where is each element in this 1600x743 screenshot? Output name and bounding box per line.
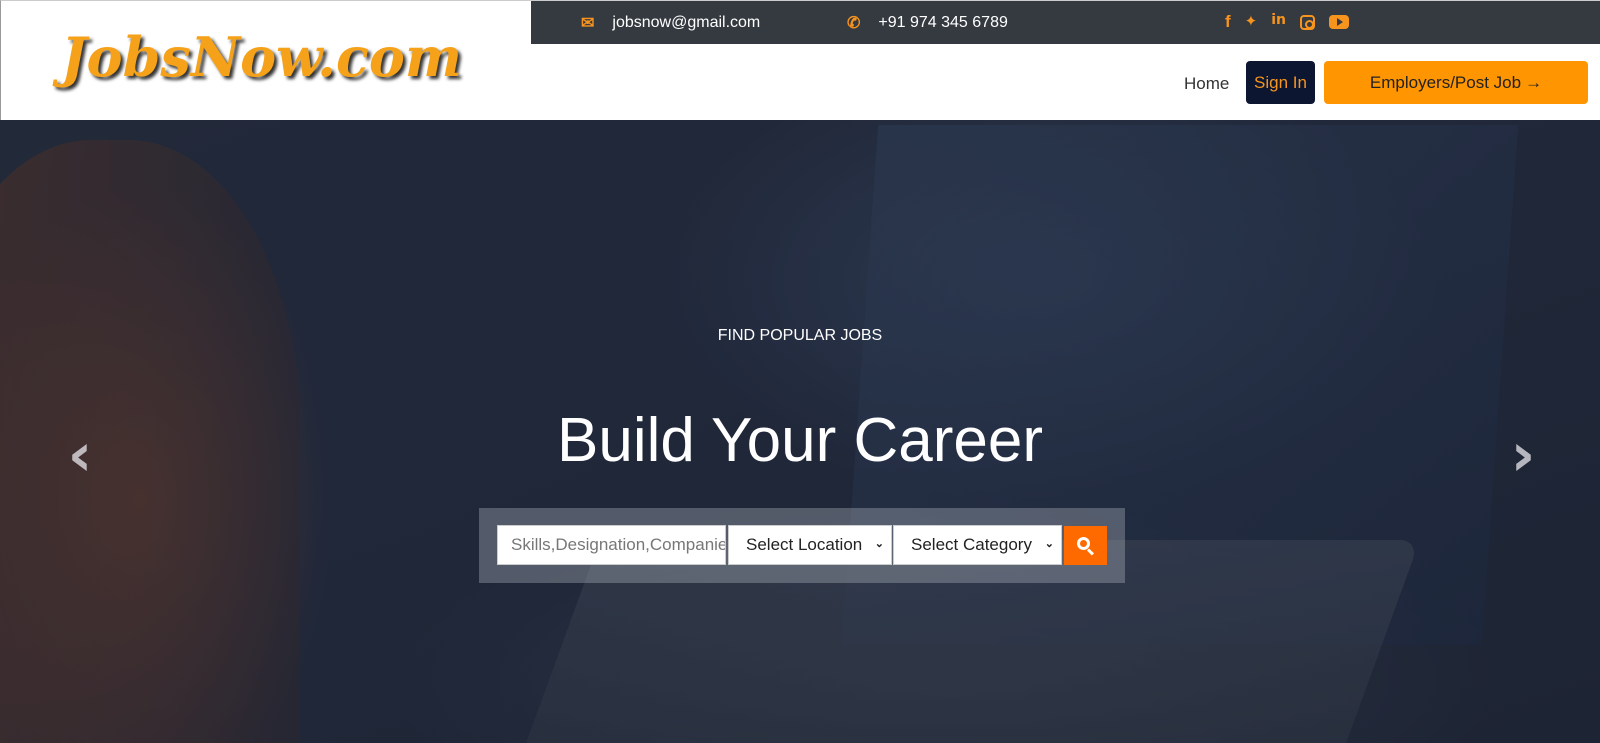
- site-header: JobsNow.com ✉ jobsnow@gmail.com ✆ +91 97…: [0, 0, 1600, 120]
- contact-email-text: jobsnow@gmail.com: [612, 14, 761, 31]
- category-select-value: Select Category: [911, 535, 1032, 554]
- top-contact-bar: ✉ jobsnow@gmail.com ✆ +91 974 345 6789 f…: [531, 1, 1600, 44]
- search-button[interactable]: [1064, 526, 1107, 565]
- contact-email[interactable]: ✉ jobsnow@gmail.com: [581, 13, 760, 33]
- carousel-prev-icon[interactable]: ‹: [60, 425, 100, 485]
- signin-button[interactable]: Sign In: [1246, 61, 1315, 104]
- hero-headline: Build Your Career: [557, 406, 1043, 475]
- post-job-button[interactable]: Employers/Post Job →: [1324, 61, 1588, 104]
- facebook-icon[interactable]: f: [1225, 12, 1231, 32]
- social-links: f ✦ in: [1225, 12, 1350, 32]
- search-icon: [1076, 536, 1095, 556]
- skills-search-input[interactable]: [497, 525, 726, 565]
- phone-icon: ✆: [847, 15, 861, 32]
- linkedin-icon[interactable]: in: [1271, 12, 1286, 32]
- site-logo[interactable]: JobsNow.com: [61, 25, 462, 89]
- carousel-next-icon[interactable]: ›: [1503, 425, 1543, 485]
- arrow-right-icon: →: [1525, 72, 1543, 92]
- envelope-icon: ✉: [581, 15, 595, 32]
- contact-phone-text: +91 974 345 6789: [878, 14, 1008, 31]
- twitter-icon[interactable]: ✦: [1245, 12, 1258, 32]
- signin-button-label: Sign In: [1254, 72, 1307, 92]
- chevron-down-icon: ⌄: [874, 538, 884, 550]
- location-select-value: Select Location: [746, 535, 863, 554]
- nav-home-link[interactable]: Home: [1184, 74, 1229, 94]
- hero-tagline: FIND POPULAR JOBS: [717, 327, 883, 344]
- contact-phone[interactable]: ✆ +91 974 345 6789: [847, 13, 1008, 33]
- location-select[interactable]: Select Location ⌄: [728, 525, 892, 565]
- post-job-button-label: Employers/Post Job: [1369, 72, 1522, 92]
- youtube-icon[interactable]: [1329, 15, 1350, 29]
- instagram-icon[interactable]: [1300, 15, 1316, 30]
- category-select[interactable]: Select Category ⌄: [893, 525, 1062, 565]
- chevron-down-icon: ⌄: [1044, 538, 1054, 550]
